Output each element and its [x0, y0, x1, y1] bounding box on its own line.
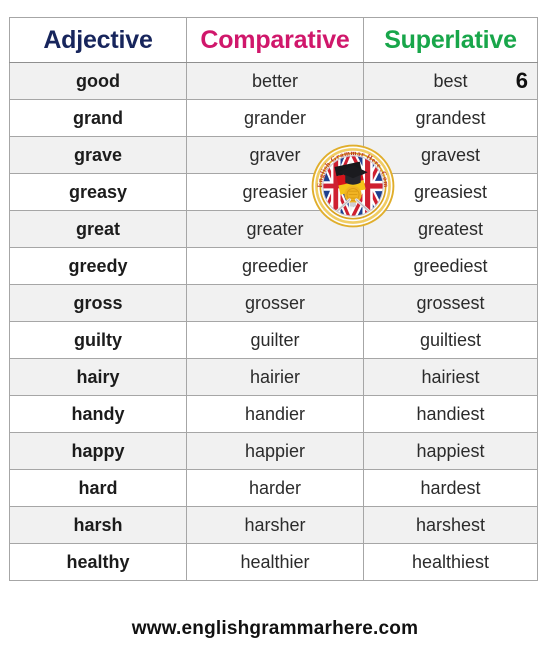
column-header-comparative: Comparative — [186, 17, 364, 63]
table-row: healthy healthier healthiest — [9, 543, 538, 581]
table-row: grave graver gravest — [9, 136, 538, 174]
cell-superlative-text: grandest — [415, 107, 486, 128]
cell-superlative-text: harshest — [415, 514, 486, 535]
cell-superlative-text: healthiest — [411, 551, 490, 572]
cell-adjective: healthy — [9, 543, 187, 581]
cell-adjective: guilty — [9, 321, 187, 359]
cell-superlative: greatest — [363, 210, 538, 248]
cell-adjective: hard — [9, 469, 187, 507]
cell-comparative: harsher — [186, 506, 364, 544]
cell-comparative: hairier — [186, 358, 364, 396]
cell-superlative: guiltiest — [363, 321, 538, 359]
cell-adjective: greedy — [9, 247, 187, 285]
table-row: gross grosser grossest — [9, 284, 538, 322]
cell-comparative: handier — [186, 395, 364, 433]
table-row: happy happier happiest — [9, 432, 538, 470]
cell-comparative: guilter — [186, 321, 364, 359]
cell-superlative-text: greatest — [417, 218, 484, 239]
table-row: handy handier handiest — [9, 395, 538, 433]
cell-superlative-text: hardest — [420, 477, 481, 498]
table-row: greedy greedier greediest — [9, 247, 538, 285]
cell-superlative: healthiest — [363, 543, 538, 581]
cell-superlative-text: best — [433, 70, 468, 91]
cell-comparative: greasier — [186, 173, 364, 211]
cell-superlative-text: greediest — [413, 255, 488, 276]
table-row: good better best 6 — [9, 62, 538, 100]
cell-superlative: grossest — [363, 284, 538, 322]
table-row: hairy hairier hairiest — [9, 358, 538, 396]
cell-superlative: happiest — [363, 432, 538, 470]
cell-adjective: happy — [9, 432, 187, 470]
table-header: Adjective Comparative Superlative — [9, 17, 538, 63]
cell-adjective: good — [9, 62, 187, 100]
table-row: guilty guilter guiltiest — [9, 321, 538, 359]
cell-comparative: grander — [186, 99, 364, 137]
cell-superlative-text: guiltiest — [419, 329, 482, 350]
cell-superlative: gravest — [363, 136, 538, 174]
cell-adjective: harsh — [9, 506, 187, 544]
worksheet-page: Adjective Comparative Superlative good be… — [0, 0, 550, 652]
table-row: grand grander grandest — [9, 99, 538, 137]
cell-superlative-text: happiest — [416, 440, 485, 461]
cell-comparative: greedier — [186, 247, 364, 285]
column-header-adjective: Adjective — [9, 17, 187, 63]
cell-superlative: harshest — [363, 506, 538, 544]
column-header-superlative: Superlative — [363, 17, 538, 63]
header-row: Adjective Comparative Superlative — [9, 17, 538, 63]
cell-superlative: greasiest — [363, 173, 538, 211]
table-row: hard harder hardest — [9, 469, 538, 507]
cell-superlative: hardest — [363, 469, 538, 507]
cell-comparative: better — [186, 62, 364, 100]
table-row: great greater greatest — [9, 210, 538, 248]
table-row: harsh harsher harshest — [9, 506, 538, 544]
cell-adjective: great — [9, 210, 187, 248]
cell-comparative: healthier — [186, 543, 364, 581]
cell-comparative: grosser — [186, 284, 364, 322]
cell-superlative-text: handiest — [416, 403, 485, 424]
cell-adjective: greasy — [9, 173, 187, 211]
adjective-forms-table: Adjective Comparative Superlative good be… — [9, 17, 538, 581]
cell-superlative: best 6 — [363, 62, 538, 100]
cell-comparative: harder — [186, 469, 364, 507]
footer-website-url: www.englishgrammarhere.com — [131, 618, 419, 639]
cell-superlative-text: greasiest — [413, 181, 488, 202]
cell-superlative-text: hairiest — [421, 366, 480, 387]
cell-comparative: graver — [186, 136, 364, 174]
cell-comparative: happier — [186, 432, 364, 470]
cell-comparative: greater — [186, 210, 364, 248]
cell-superlative: greediest — [363, 247, 538, 285]
cell-adjective: hairy — [9, 358, 187, 396]
cell-adjective: gross — [9, 284, 187, 322]
cell-adjective: handy — [9, 395, 187, 433]
cell-superlative-text: grossest — [416, 292, 485, 313]
cell-superlative: grandest — [363, 99, 538, 137]
table-body: good better best 6 grand grander grandest grave… — [9, 62, 538, 581]
page-number: 6 — [515, 68, 528, 93]
cell-adjective: grand — [9, 99, 187, 137]
cell-superlative-text: gravest — [420, 144, 481, 165]
cell-adjective: grave — [9, 136, 187, 174]
cell-superlative: hairiest — [363, 358, 538, 396]
cell-superlative: handiest — [363, 395, 538, 433]
table-row: greasy greasier greasiest — [9, 173, 538, 211]
